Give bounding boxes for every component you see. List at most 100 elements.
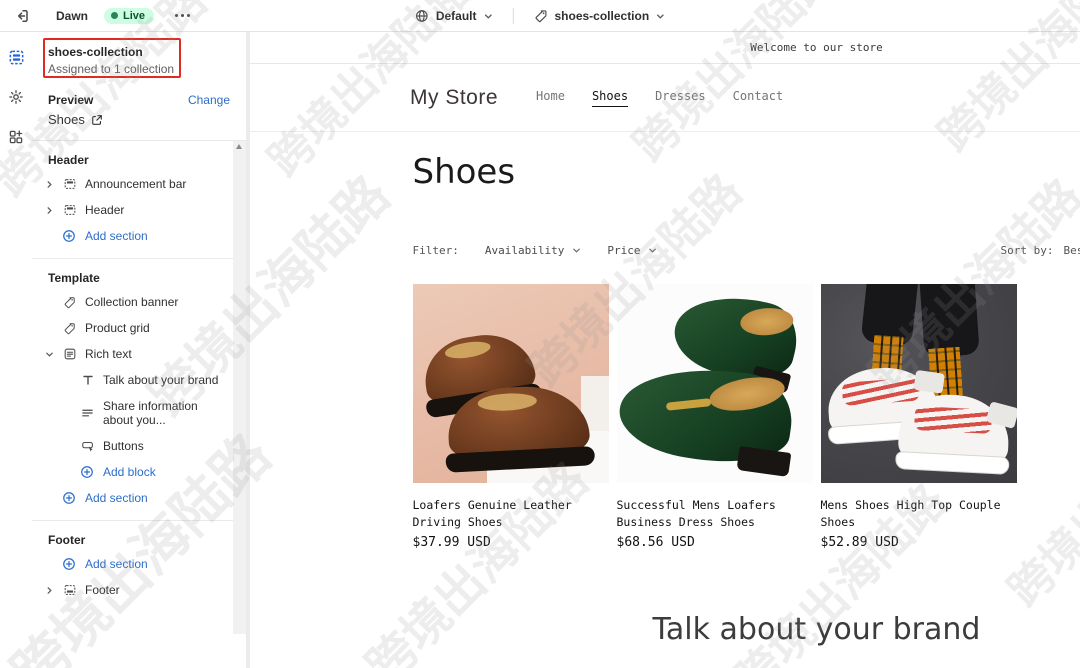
add-section-button-header[interactable]: Add section [32, 223, 233, 249]
live-dot-icon [111, 12, 119, 19]
product-card[interactable]: Successful Mens Loafers Business Dress S… [616, 284, 813, 551]
page-selector[interactable]: shoes-collection [527, 6, 671, 26]
nav-link-shoes[interactable]: Shoes [591, 89, 629, 107]
scroll-up-icon[interactable] [236, 144, 242, 149]
store-logo[interactable]: My Store [410, 86, 498, 110]
chevron-right-icon[interactable] [44, 180, 54, 189]
editor-topbar: Dawn Live Default shoes-collection [0, 0, 1080, 32]
plus-circle-icon [80, 465, 94, 479]
section-row-product-grid[interactable]: Product grid [32, 315, 233, 341]
apps-icon [8, 129, 24, 145]
group-label-header: Header [48, 153, 89, 167]
announcement-bar-icon [62, 177, 77, 191]
product-title[interactable]: Loafers Genuine Leather Driving Shoes [413, 497, 603, 530]
empty-grid-cell [1025, 284, 1080, 550]
section-row-footer[interactable]: Footer [32, 577, 233, 603]
ellipsis-icon [174, 14, 190, 17]
product-card[interactable]: Loafers Genuine Leather Driving Shoes $3… [412, 284, 609, 551]
plus-circle-icon [62, 491, 76, 505]
section-row-rich-text[interactable]: Rich text [32, 341, 233, 367]
theme-name: Dawn [56, 8, 89, 23]
sections-sidebar: shoes-collection Assigned to 1 collectio… [32, 32, 246, 668]
text-heading-icon [80, 374, 95, 386]
header-section-icon [62, 203, 77, 217]
product-title[interactable]: Successful Mens Loafers Business Dress S… [617, 497, 807, 530]
preview-page-link[interactable]: Shoes [48, 112, 230, 127]
sidebar-scrollbar[interactable] [233, 141, 246, 634]
collection-tag-icon [62, 296, 77, 309]
footer-section-icon [62, 583, 77, 597]
block-row-heading[interactable]: Talk about your brand [32, 367, 233, 393]
section-row-announcement-bar[interactable]: Announcement bar [32, 171, 233, 197]
block-row-buttons[interactable]: Buttons [32, 433, 233, 459]
chevron-down-icon[interactable] [44, 350, 54, 359]
add-section-button-template[interactable]: Add section [32, 485, 233, 511]
exit-editor-button[interactable] [10, 4, 34, 28]
add-section-button-footer[interactable]: Add section [32, 551, 233, 577]
button-block-icon [80, 439, 95, 453]
nav-link-home[interactable]: Home [536, 89, 565, 107]
selected-template-title: shoes-collection [48, 45, 143, 59]
filter-availability[interactable]: Availability [485, 244, 581, 257]
more-actions-button[interactable] [170, 4, 194, 28]
globe-icon [415, 9, 429, 23]
product-title[interactable]: Mens Shoes High Top Couple Shoes [821, 497, 1011, 530]
section-row-collection-banner[interactable]: Collection banner [32, 289, 233, 315]
change-preview-link[interactable]: Change [188, 93, 230, 107]
product-price: $52.89 USD [820, 535, 899, 551]
sort-by-label: Sort by: [1000, 244, 1054, 257]
plus-circle-icon [62, 229, 76, 243]
chevron-right-icon[interactable] [44, 586, 54, 595]
product-price: $68.56 USD [616, 535, 695, 551]
exit-icon [14, 8, 30, 24]
locale-selector[interactable]: Default [409, 6, 499, 26]
preview-label: Preview [48, 93, 94, 107]
sort-by-select[interactable]: Best selling [1063, 244, 1080, 257]
product-image-brown-loafers [412, 284, 609, 483]
theme-editor-app: Dawn Live Default shoes-collection shoes… [0, 0, 1080, 668]
theme-settings-button[interactable] [5, 86, 27, 108]
text-lines-icon [80, 407, 95, 420]
filter-price[interactable]: Price [607, 244, 657, 257]
editor-icon-rail [0, 32, 32, 668]
filter-bar: Filter: Availability Price Sort by: Be [413, 244, 1080, 260]
rich-text-heading: Talk about your brand [652, 612, 981, 648]
store-nav: Home Shoes Dresses Contact [536, 89, 783, 107]
product-grid: Loafers Genuine Leather Driving Shoes $3… [412, 284, 1080, 551]
chevron-down-icon [648, 246, 657, 255]
group-label-footer: Footer [48, 533, 86, 547]
gear-icon [8, 89, 24, 105]
rich-text-section: Talk about your brand Share information … [250, 612, 1080, 668]
collection-title: Shoes [412, 152, 516, 192]
store-preview-frame: Welcome to our store My Store Home Shoes… [250, 32, 1080, 668]
chevron-down-icon [483, 12, 492, 21]
chevron-down-icon [572, 246, 581, 255]
block-row-text[interactable]: Share information about you... [32, 393, 233, 433]
add-block-button[interactable]: Add block [32, 459, 233, 485]
sections-panel-button[interactable] [5, 46, 27, 68]
chevron-right-icon[interactable] [44, 206, 54, 215]
plus-circle-icon [62, 557, 76, 571]
filter-label: Filter: [412, 244, 459, 257]
app-embeds-button[interactable] [5, 126, 27, 148]
product-image-white-sneakers [820, 284, 1017, 483]
rich-text-icon [62, 347, 77, 361]
sections-icon [8, 49, 25, 66]
product-card[interactable]: Mens Shoes High Top Couple Shoes $52.89 … [820, 284, 1017, 551]
live-status-badge: Live [104, 7, 155, 24]
chevron-down-icon [656, 12, 665, 21]
product-price: $37.99 USD [412, 535, 491, 551]
external-link-icon [91, 114, 103, 126]
preview-block: Preview Change Shoes [32, 85, 246, 140]
store-header: My Store Home Shoes Dresses Contact [250, 64, 1080, 132]
selected-template-subtitle: Assigned to 1 collection [48, 62, 175, 76]
announcement-bar: Welcome to our store [250, 32, 1080, 64]
product-image-green-loafers [616, 284, 813, 483]
collection-tag-icon [62, 322, 77, 335]
collection-tag-icon [533, 9, 547, 23]
nav-link-dresses[interactable]: Dresses [655, 89, 706, 107]
nav-link-contact[interactable]: Contact [733, 89, 784, 107]
section-list: Header Announcement bar Header Add secti… [32, 140, 246, 634]
group-label-template: Template [48, 271, 100, 285]
section-row-header[interactable]: Header [32, 197, 233, 223]
